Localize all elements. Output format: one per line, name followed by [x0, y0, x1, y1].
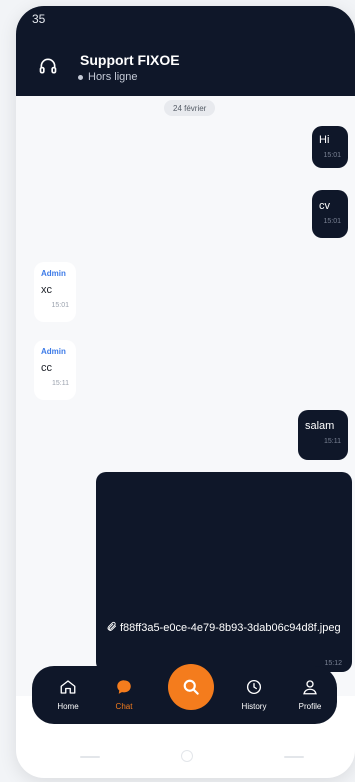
user-icon	[303, 680, 317, 695]
message-author: Admin	[41, 269, 66, 278]
nav-chat-label: Chat	[115, 702, 133, 711]
clock-icon	[246, 679, 262, 695]
message-time: 15:12	[324, 660, 342, 667]
message-text: Hi	[319, 134, 330, 146]
nav-home[interactable]: Home	[45, 678, 91, 711]
status-time: 35	[32, 12, 46, 26]
message-text: salam	[305, 420, 335, 432]
message-incoming[interactable]: Admin xc 15:01	[34, 262, 76, 322]
chat-area[interactable]: 24 février Hi 15:01 cv 15:01 Admin xc 15…	[16, 96, 355, 696]
paperclip-icon	[107, 621, 117, 631]
nav-history[interactable]: History	[231, 678, 277, 711]
status-dot	[78, 74, 83, 80]
message-incoming[interactable]: Admin cc 15:11	[34, 340, 76, 400]
message-text: cc	[41, 362, 52, 374]
attachment-link[interactable]: f88ff3a5-e0ce-4e79-8b93-3dab06c94d8f.jpe…	[106, 620, 342, 637]
system-nav-bar	[16, 726, 355, 778]
message-time: 15:01	[323, 218, 341, 225]
online-status: Hors ligne	[78, 71, 138, 83]
nav-chat[interactable]: Chat	[101, 678, 147, 711]
page-title: Support FIXOE	[80, 52, 180, 68]
system-back-button[interactable]	[80, 756, 100, 758]
date-separator: 24 février	[164, 100, 216, 116]
message-author: Admin	[41, 347, 66, 356]
attachment-filename: f88ff3a5-e0ce-4e79-8b93-3dab06c94d8f.jpe…	[120, 622, 341, 634]
chat-bubble-icon	[117, 680, 131, 694]
message-time: 15:11	[324, 438, 341, 445]
message-outgoing[interactable]: cv 15:01	[312, 190, 348, 238]
nav-home-label: Home	[57, 702, 79, 711]
nav-profile-label: Profile	[298, 702, 322, 711]
nav-profile[interactable]: Profile	[287, 678, 333, 711]
status-label: Hors ligne	[88, 71, 138, 83]
system-recents-button[interactable]	[284, 756, 304, 758]
message-text: cv	[319, 200, 330, 212]
message-time: 15:01	[323, 152, 341, 159]
headset-icon	[39, 58, 57, 74]
message-time: 15:01	[51, 302, 69, 309]
nav-history-label: History	[241, 702, 267, 711]
system-home-button[interactable]	[181, 750, 193, 762]
message-outgoing[interactable]: salam 15:11	[298, 410, 348, 460]
message-text: xc	[41, 284, 52, 296]
phone-frame: 35 Support FIXOE Hors ligne 24 février H…	[16, 6, 355, 778]
search-fab-button[interactable]	[168, 664, 214, 710]
message-outgoing[interactable]: Hi 15:01	[312, 126, 348, 168]
chat-header: 35 Support FIXOE Hors ligne	[16, 6, 355, 96]
message-time: 15:11	[52, 380, 69, 387]
search-icon	[183, 679, 199, 695]
attachment-message[interactable]: f88ff3a5-e0ce-4e79-8b93-3dab06c94d8f.jpe…	[96, 472, 352, 672]
home-icon	[60, 680, 76, 694]
